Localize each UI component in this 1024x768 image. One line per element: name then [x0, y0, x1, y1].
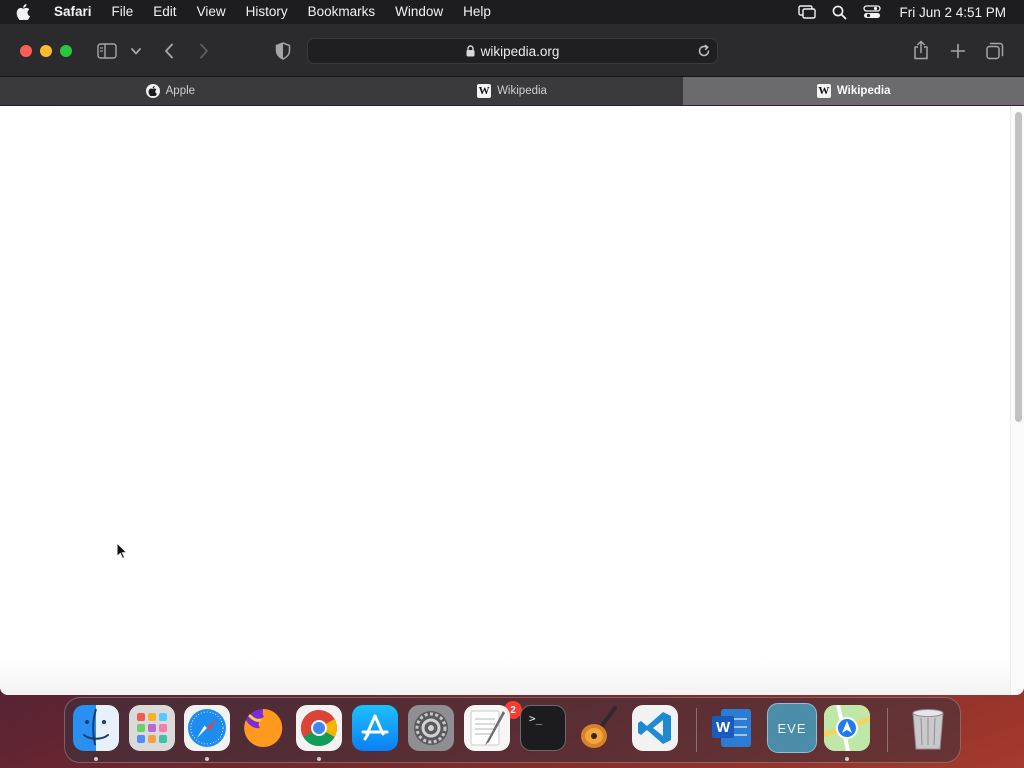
- tab-apple[interactable]: Apple: [0, 77, 342, 105]
- lock-icon: [466, 45, 475, 57]
- web-content-area[interactable]: [0, 106, 1024, 695]
- launchpad-icon[interactable]: [129, 705, 175, 751]
- menu-bar: Safari File Edit View History Bookmarks …: [0, 0, 1024, 24]
- apple-logo-icon[interactable]: [0, 0, 46, 24]
- textedit-icon[interactable]: [464, 705, 510, 751]
- menu-edit[interactable]: Edit: [143, 0, 186, 24]
- reload-icon[interactable]: [697, 44, 711, 61]
- safari-toolbar: wikipedia.org: [0, 24, 1024, 77]
- wikipedia-favicon-icon: W: [477, 84, 492, 98]
- eve-icon[interactable]: EVE: [767, 703, 817, 753]
- safari-icon[interactable]: [184, 705, 230, 751]
- tab-label: Apple: [165, 85, 196, 97]
- tab-label: Wikipedia: [836, 85, 891, 97]
- minimize-window-button[interactable]: [40, 45, 52, 57]
- new-tab-icon[interactable]: [948, 41, 968, 61]
- scrollbar-thumb[interactable]: [1015, 112, 1022, 422]
- vscode-icon[interactable]: [632, 705, 678, 751]
- maps-icon[interactable]: [824, 705, 870, 751]
- dock-separator: [887, 708, 888, 752]
- address-text: wikipedia.org: [480, 43, 560, 59]
- word-letter: W: [716, 719, 731, 736]
- tab-bar: Apple W Wikipedia W Wikipedia: [0, 77, 1024, 105]
- share-icon[interactable]: [911, 39, 931, 61]
- running-indicator: [205, 757, 209, 761]
- app-store-icon[interactable]: [352, 705, 398, 751]
- menu-window[interactable]: Window: [385, 0, 453, 24]
- mouse-pointer-icon: [116, 541, 129, 565]
- sidebar-icon[interactable]: [96, 41, 118, 61]
- menu-app-name[interactable]: Safari: [46, 0, 102, 24]
- terminal-prompt: >_: [529, 712, 543, 725]
- firefox-icon[interactable]: [240, 705, 286, 751]
- word-icon[interactable]: W: [709, 705, 755, 751]
- screen-mirroring-icon[interactable]: [790, 0, 824, 24]
- terminal-icon[interactable]: >_: [520, 705, 566, 751]
- dock: 2 >_ W EVE: [64, 697, 961, 763]
- running-indicator: [845, 757, 849, 761]
- eve-label: EVE: [777, 720, 807, 736]
- trash-icon[interactable]: [905, 705, 951, 751]
- chevron-down-icon[interactable]: [129, 44, 143, 58]
- tab-wikipedia-active[interactable]: W Wikipedia: [683, 77, 1024, 105]
- menu-bookmarks[interactable]: Bookmarks: [298, 0, 386, 24]
- system-settings-icon[interactable]: [408, 705, 454, 751]
- menu-file[interactable]: File: [102, 0, 144, 24]
- tab-label: Wikipedia: [497, 85, 547, 97]
- menu-help[interactable]: Help: [453, 0, 501, 24]
- menu-view[interactable]: View: [187, 0, 236, 24]
- forward-icon[interactable]: [195, 41, 213, 61]
- fullscreen-window-button[interactable]: [60, 45, 72, 57]
- wikipedia-favicon-icon: W: [816, 84, 831, 98]
- spotlight-search-icon[interactable]: [824, 0, 855, 24]
- tab-overview-icon[interactable]: [985, 41, 1005, 61]
- content-bottom-fade: [0, 659, 1010, 695]
- address-bar[interactable]: wikipedia.org: [307, 38, 718, 64]
- menu-clock[interactable]: Fri Jun 2 4:51 PM: [889, 5, 1024, 20]
- garageband-icon[interactable]: [576, 705, 622, 751]
- apple-favicon-icon: [145, 84, 160, 98]
- chrome-icon[interactable]: [296, 705, 342, 751]
- menu-history[interactable]: History: [236, 0, 298, 24]
- running-indicator: [94, 757, 98, 761]
- back-icon[interactable]: [160, 41, 178, 61]
- vertical-scrollbar[interactable]: [1010, 106, 1024, 695]
- tab-wikipedia[interactable]: W Wikipedia: [341, 77, 684, 105]
- running-indicator: [317, 757, 321, 761]
- control-center-icon[interactable]: [855, 0, 889, 24]
- dock-separator: [696, 708, 697, 752]
- privacy-shield-icon[interactable]: [273, 41, 293, 61]
- close-window-button[interactable]: [20, 45, 32, 57]
- finder-icon[interactable]: [73, 705, 119, 751]
